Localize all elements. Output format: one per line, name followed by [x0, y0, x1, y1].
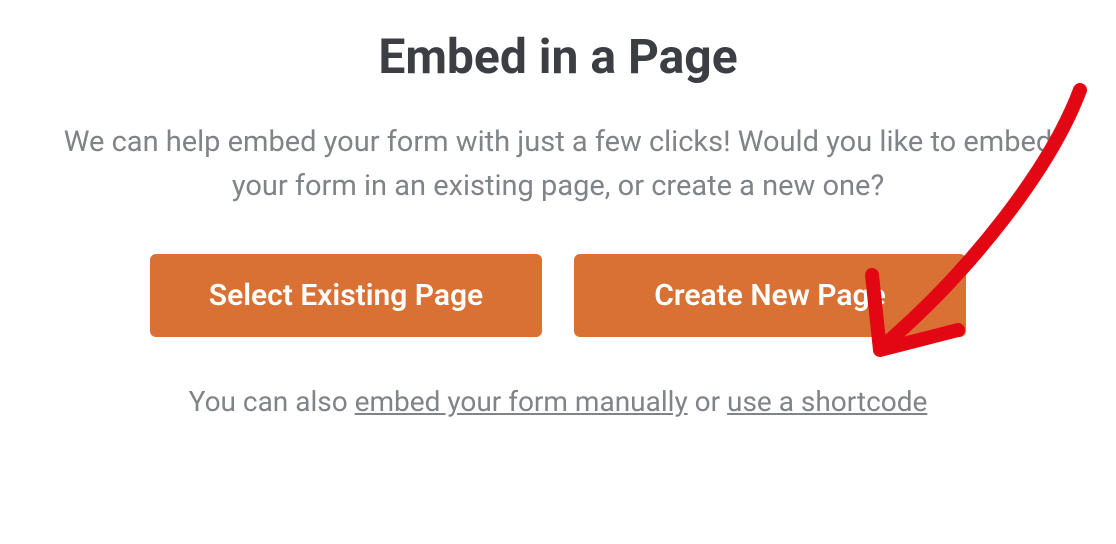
- use-shortcode-link[interactable]: use a shortcode: [727, 385, 927, 418]
- description-text: We can help embed your form with just a …: [33, 121, 1083, 208]
- create-new-page-button[interactable]: Create New Page: [574, 254, 966, 337]
- select-existing-page-button[interactable]: Select Existing Page: [150, 254, 542, 337]
- embed-manually-link[interactable]: embed your form manually: [355, 385, 688, 418]
- footer-prefix: You can also: [189, 385, 355, 418]
- page-title: Embed in a Page: [378, 28, 737, 85]
- footer-middle: or: [688, 385, 727, 418]
- button-row: Select Existing Page Create New Page: [150, 254, 966, 337]
- footer-text: You can also embed your form manually or…: [189, 385, 928, 418]
